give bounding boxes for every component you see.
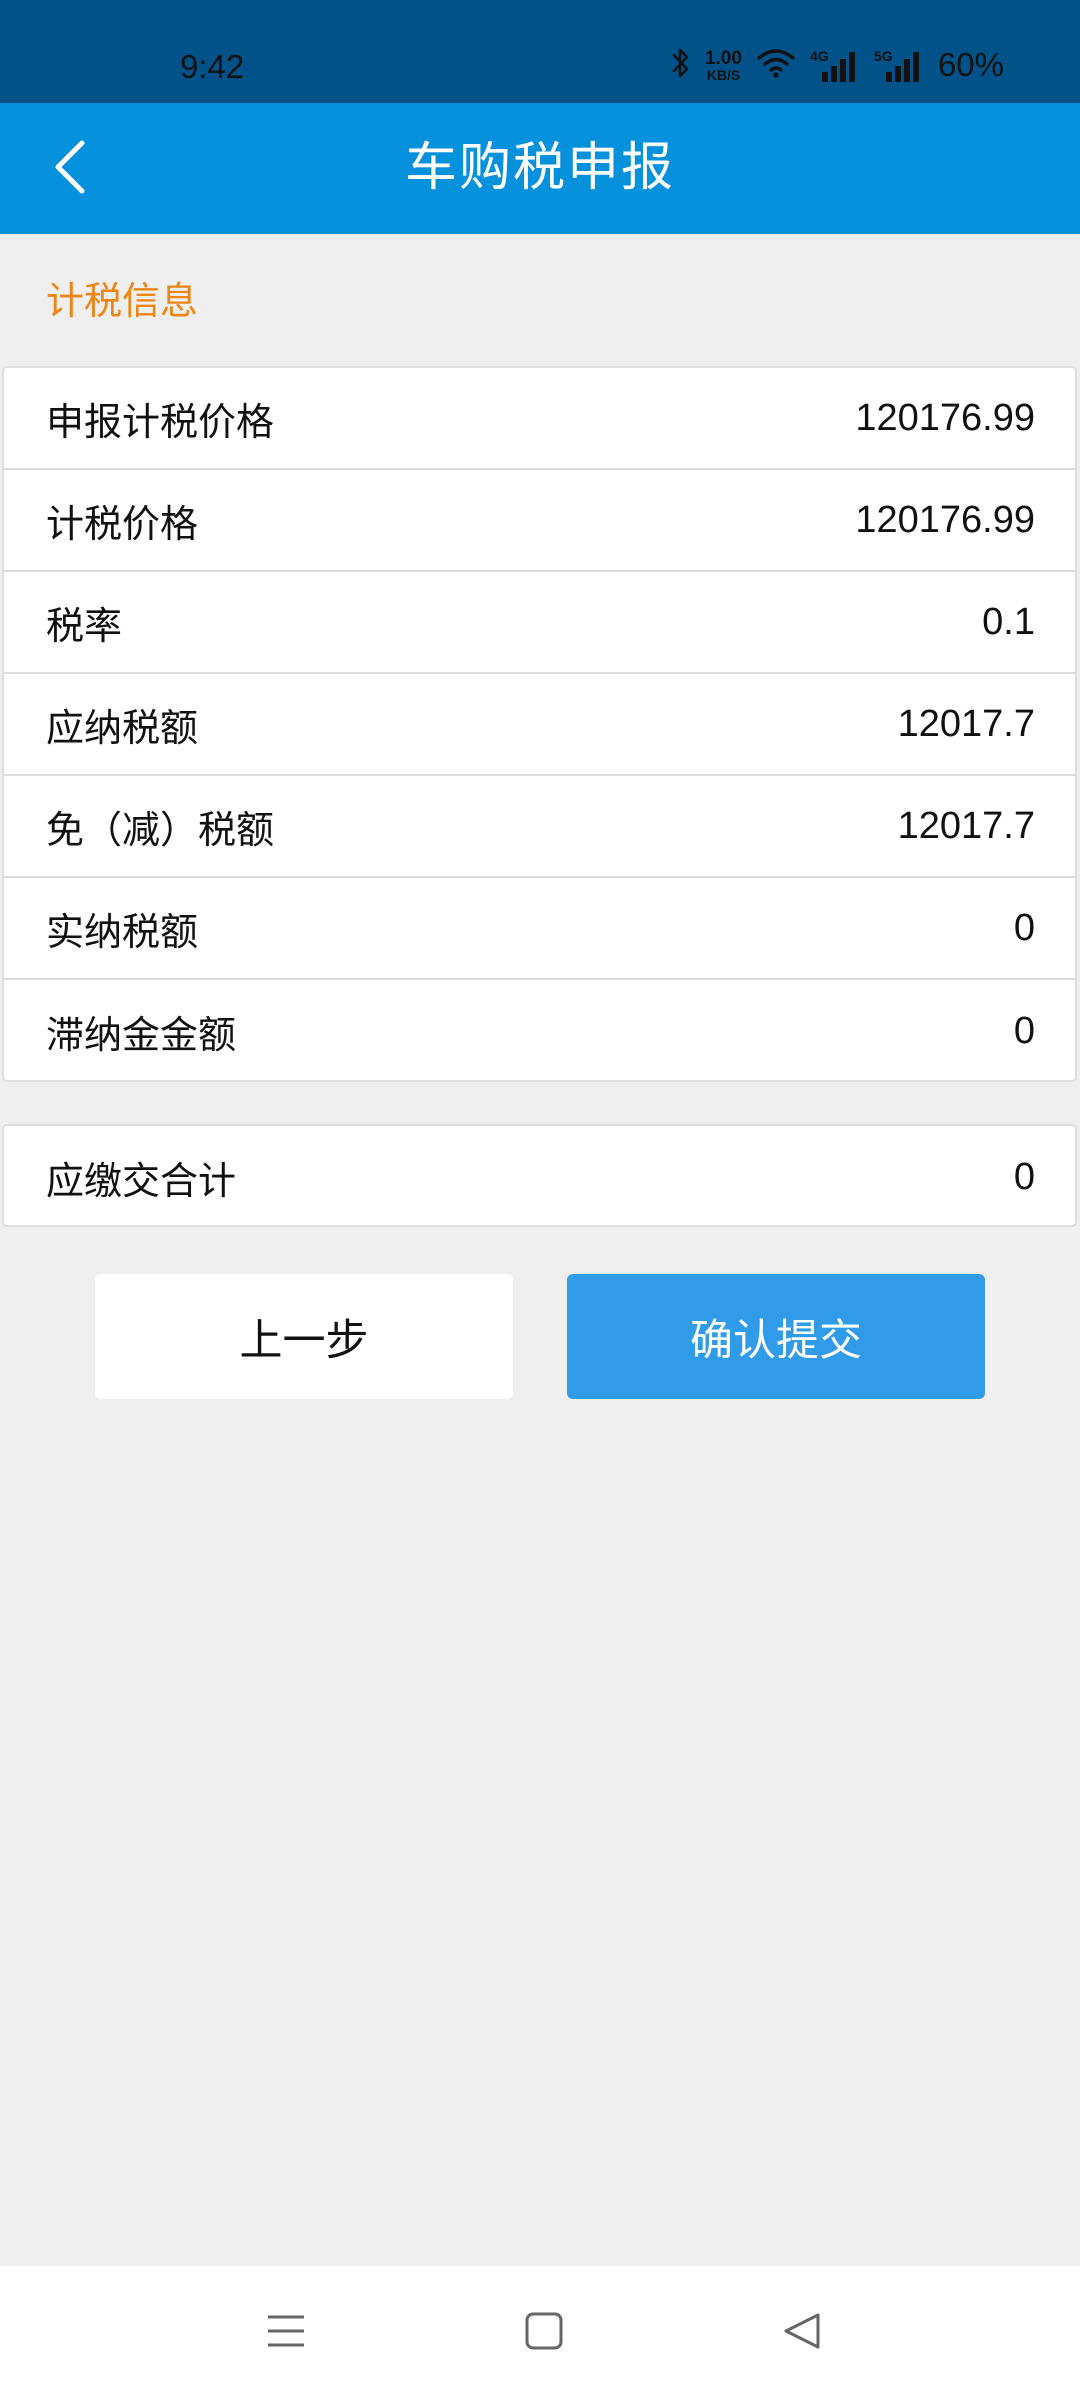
row-label: 计税价格 [46,501,199,546]
row-value: 12017.7 [897,804,1035,847]
battery-level: 60% [937,46,1004,83]
tax-info-card: 申报计税价格 120176.99 计税价格 120176.99 税率 0.1 应… [2,366,1077,1082]
status-icons: 1.00 KB/S 4G 5G 60% [671,46,1004,84]
total-row: 应缴交合计 0 [4,1126,1075,1228]
page-title: 车购税申报 [404,138,675,198]
row-value: 120176.99 [855,498,1035,541]
section-label: 计税信息 [46,279,199,323]
row-value: 0 [1013,1009,1035,1052]
app-bar: 车购税申报 [0,103,1080,234]
signal-4g-icon: 4G [810,48,860,82]
row-label: 申报计税价格 [46,399,275,444]
tax-row-late-fee: 滞纳金金额 0 [4,980,1075,1082]
row-value: 0 [1013,906,1035,949]
status-time: 9:42 [180,48,245,85]
nav-menu-button[interactable] [226,2266,346,2400]
status-bar: 9:42 1.00 KB/S 4G 5G 60% [0,0,1080,103]
nav-home-button[interactable] [484,2266,604,2400]
row-label: 税率 [46,603,123,648]
bluetooth-icon [671,47,691,83]
total-value: 0 [1013,1155,1035,1198]
row-label: 滞纳金金额 [46,1012,237,1057]
tax-row-declared-price: 申报计税价格 120176.99 [4,368,1075,470]
tax-row-exemption: 免（减）税额 12017.7 [4,776,1075,878]
tax-row-tax-rate: 税率 0.1 [4,572,1075,674]
square-icon [524,2311,564,2355]
tax-row-actual-tax: 实纳税额 0 [4,878,1075,980]
tax-row-tax-payable: 应纳税额 12017.7 [4,674,1075,776]
nav-back-button[interactable] [742,2266,862,2400]
row-label: 免（减）税额 [46,807,275,852]
system-nav-bar [0,2266,1080,2400]
network-speed-value: 1.00 [704,47,742,69]
total-card: 应缴交合计 0 [2,1124,1077,1227]
row-value: 12017.7 [897,702,1035,745]
back-button[interactable] [30,133,110,205]
tax-row-taxable-price: 计税价格 120176.99 [4,470,1075,572]
triangle-back-icon [782,2311,822,2355]
previous-step-button[interactable]: 上一步 [95,1274,513,1399]
row-label: 应纳税额 [46,705,199,750]
menu-icon [266,2311,306,2355]
row-value: 120176.99 [855,396,1035,439]
network-speed-unit: KB/S [706,66,741,83]
network-speed: 1.00 KB/S [705,49,742,82]
chevron-left-icon [50,137,90,201]
confirm-submit-button[interactable]: 确认提交 [567,1274,985,1399]
row-label: 实纳税额 [46,909,199,954]
wifi-icon [756,47,796,83]
total-label: 应缴交合计 [46,1158,237,1203]
signal-5g-icon: 5G [874,48,924,82]
row-value: 0.1 [982,600,1035,643]
